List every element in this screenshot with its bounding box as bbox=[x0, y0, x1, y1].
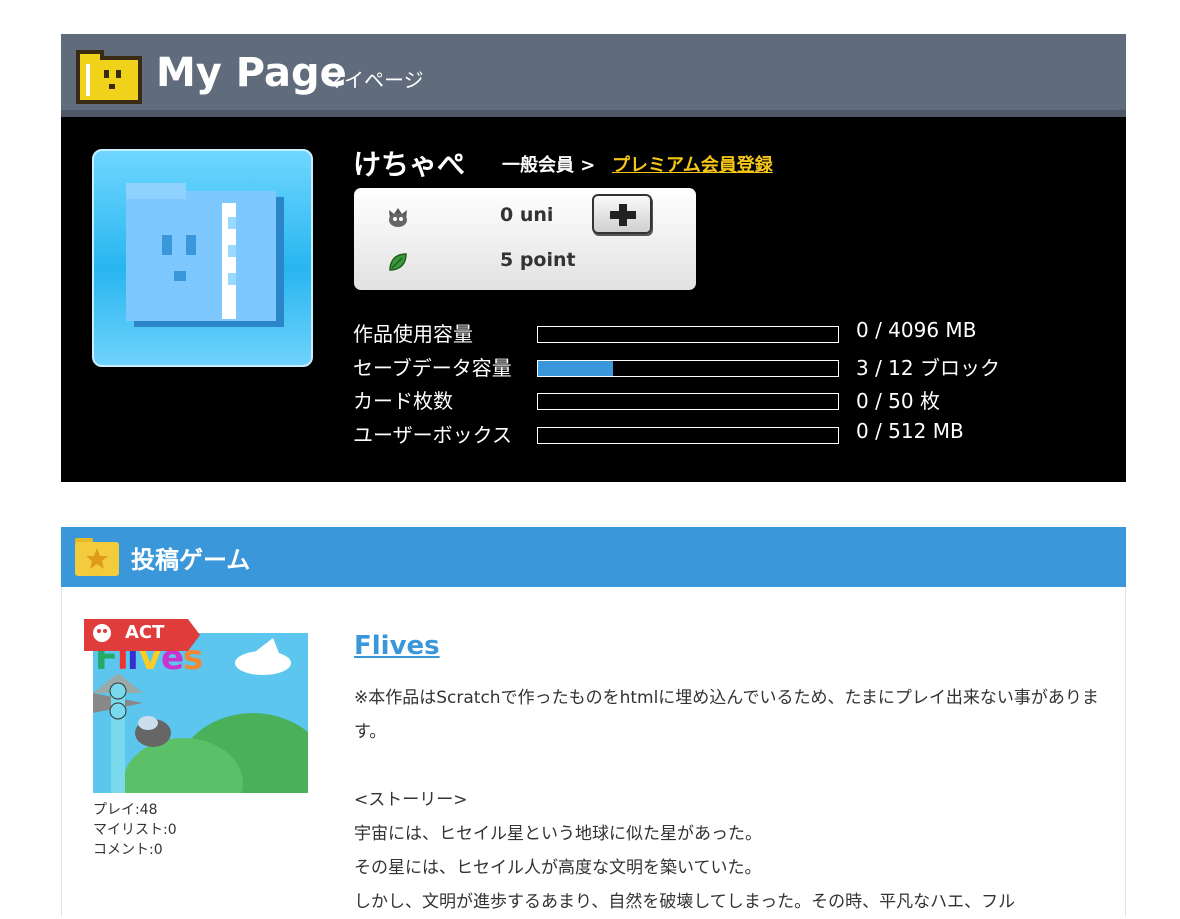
mylist-count: マイリスト:0 bbox=[93, 822, 177, 838]
avatar[interactable] bbox=[92, 149, 313, 367]
capacity-row: ユーザーボックス 0 / 512 MB bbox=[353, 419, 1093, 449]
capacity-bar bbox=[537, 326, 839, 343]
premium-signup-link[interactable]: プレミアム会員登録 bbox=[612, 151, 773, 177]
leaf-icon bbox=[389, 253, 407, 271]
capacity-bar bbox=[537, 360, 839, 377]
folder-face-icon bbox=[126, 183, 284, 327]
capacity-value: 0 / 512 MB bbox=[856, 419, 964, 443]
game-list-item: F l i v e s ACT プレイ:48 マイリスト:0 コメント:0 Fl… bbox=[61, 587, 1126, 917]
section-title: 投稿ゲーム bbox=[131, 546, 251, 574]
capacity-value: 3 / 12 ブロック bbox=[856, 356, 1000, 380]
capacity-row: セーブデータ容量 3 / 12 ブロック bbox=[353, 352, 1093, 382]
game-title-link[interactable]: Flives bbox=[354, 631, 440, 661]
member-class: 一般会員 > bbox=[502, 155, 596, 176]
star-folder-icon bbox=[75, 538, 119, 576]
comment-count: コメント:0 bbox=[93, 842, 163, 858]
capacity-row: カード枚数 0 / 50 枚 bbox=[353, 385, 1093, 415]
page-subtitle: マイページ bbox=[324, 68, 424, 92]
profile-panel: けちゃぺ 一般会員 > プレミアム会員登録 0 uni 5 point 作品使用… bbox=[61, 117, 1126, 482]
genre-label: ACT bbox=[125, 622, 165, 643]
wallet-box: 0 uni 5 point bbox=[354, 188, 696, 290]
plus-icon bbox=[610, 204, 636, 226]
capacity-value: 0 / 50 枚 bbox=[856, 389, 940, 413]
capacity-row: 作品使用容量 0 / 4096 MB bbox=[353, 318, 1093, 348]
capacity-label: セーブデータ容量 bbox=[353, 356, 512, 380]
game-thumbnail[interactable]: F l i v e s bbox=[93, 633, 308, 793]
point-row: 5 point bbox=[354, 247, 696, 277]
capacity-label: ユーザーボックス bbox=[353, 423, 512, 447]
mypage-folder-icon bbox=[76, 50, 142, 104]
uni-icon bbox=[389, 208, 407, 227]
game-description: ※本作品はScratchで作ったものをhtmlに埋め込んでいるため、たまにプレイ… bbox=[354, 688, 1099, 912]
posted-games-header: 投稿ゲーム bbox=[61, 527, 1126, 587]
mypage-header: My Page マイページ bbox=[61, 34, 1126, 117]
username: けちゃぺ bbox=[353, 148, 466, 181]
capacity-fill bbox=[538, 361, 613, 376]
point-balance: 5 point bbox=[500, 249, 576, 271]
capacity-value: 0 / 4096 MB bbox=[856, 318, 977, 342]
capacity-bar bbox=[537, 427, 839, 444]
capacity-bar bbox=[537, 393, 839, 410]
play-count: プレイ:48 bbox=[93, 802, 158, 818]
page-title: My Page bbox=[156, 50, 347, 96]
uni-balance: 0 uni bbox=[500, 204, 554, 226]
capacity-label: カード枚数 bbox=[353, 389, 453, 413]
add-uni-button[interactable] bbox=[592, 194, 652, 234]
capacity-label: 作品使用容量 bbox=[353, 322, 473, 346]
